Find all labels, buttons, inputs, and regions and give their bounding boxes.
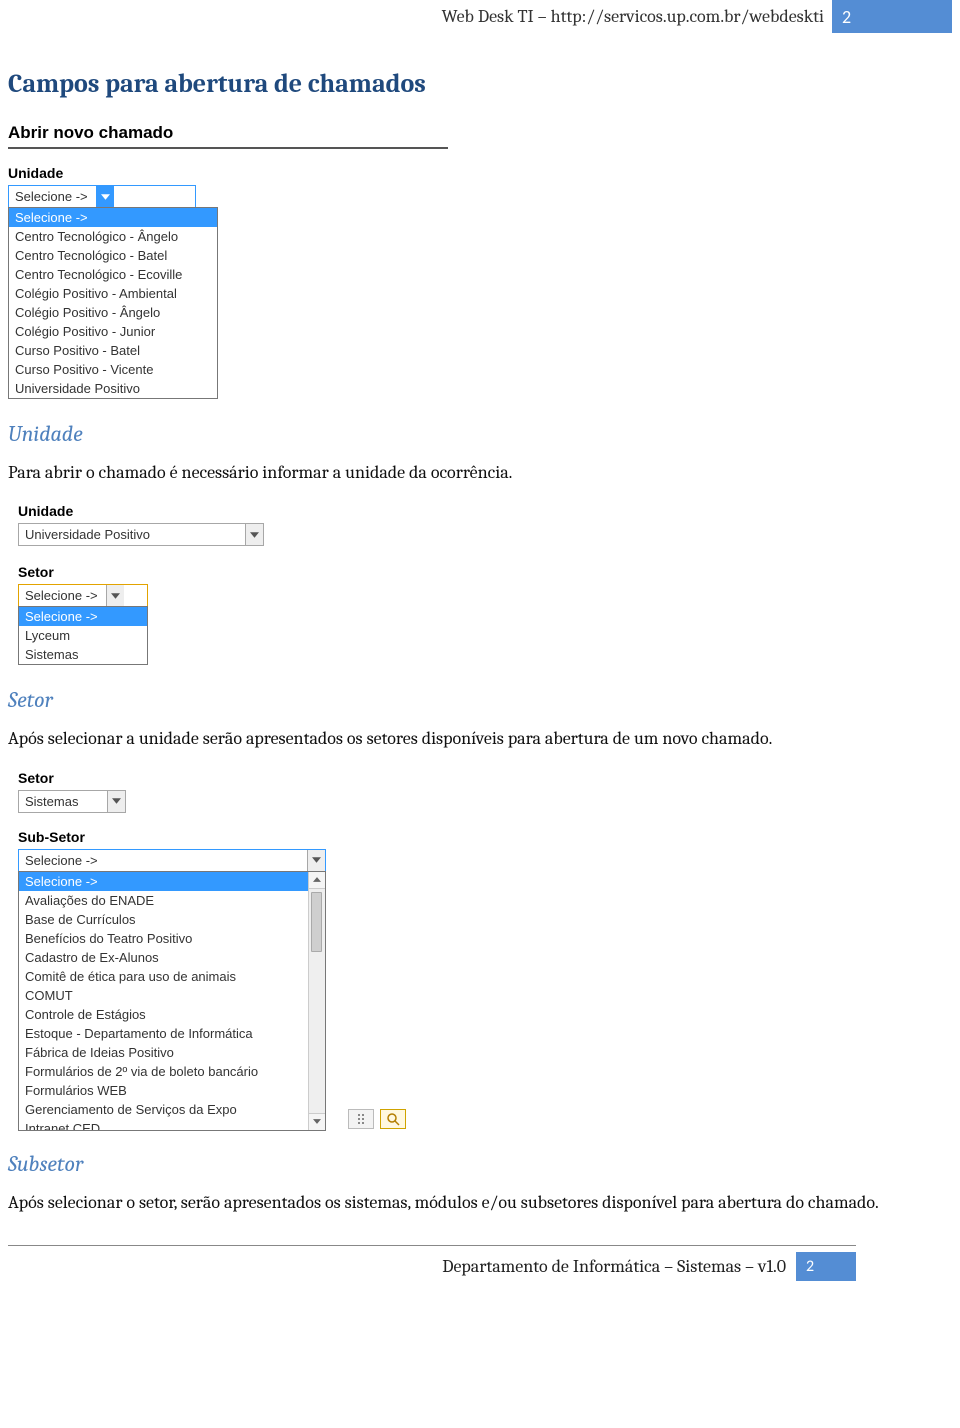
list-item[interactable]: Fábrica de Ideias Positivo (19, 1043, 308, 1062)
chevron-down-icon[interactable] (96, 186, 114, 207)
list-item[interactable]: Comitê de ética para uso de animais (19, 967, 308, 986)
label-subsetor: Sub-Setor (18, 829, 952, 845)
label-unidade: Unidade (18, 503, 952, 519)
divider (8, 147, 448, 149)
subsetor-dropdown[interactable]: Selecione -> (18, 849, 326, 872)
subheading-subsetor: Subsetor (8, 1151, 952, 1177)
unidade-dropdown-value: Selecione -> (9, 186, 96, 207)
list-item[interactable]: Avaliações do ENADE (19, 891, 308, 910)
paragraph-unidade: Para abrir o chamado é necessário inform… (8, 461, 952, 485)
list-item[interactable]: Universidade Positivo (9, 379, 217, 398)
list-item[interactable]: Base de Currículos (19, 910, 308, 929)
page-header: Web Desk TI – http://servicos.up.com.br/… (8, 0, 952, 33)
list-item[interactable]: Lyceum (19, 626, 147, 645)
setor-dropdown-selected[interactable]: Sistemas (18, 790, 126, 813)
scrollbar[interactable] (308, 872, 325, 1130)
list-item[interactable]: Benefícios do Teatro Positivo (19, 929, 308, 948)
scroll-up-icon[interactable] (309, 872, 325, 889)
chevron-down-icon[interactable] (106, 585, 124, 606)
unidade-dropdown-selected[interactable]: Universidade Positivo (18, 523, 264, 546)
unidade-options-list[interactable]: Selecione -> Centro Tecnológico - Ângelo… (8, 207, 218, 399)
list-item[interactable]: Centro Tecnológico - Ângelo (9, 227, 217, 246)
setor-dropdown[interactable]: Selecione -> (18, 584, 148, 607)
page-footer: Departamento de Informática – Sistemas –… (8, 1252, 952, 1281)
subsetor-options-list[interactable]: Selecione -> Avaliações do ENADE Base de… (18, 871, 326, 1131)
form-abrir-chamado: Abrir novo chamado Unidade Selecione -> … (8, 123, 952, 399)
form-setor-subsetor: Setor Sistemas Sub-Setor Selecione -> Se… (8, 770, 952, 1129)
footer-rule (8, 1245, 856, 1246)
label-setor: Setor (18, 770, 952, 786)
form-title: Abrir novo chamado (8, 123, 952, 143)
grip-icon (348, 1109, 374, 1129)
list-item[interactable]: Gerenciamento de Serviços da Expo (19, 1100, 308, 1119)
form-unidade-setor: Unidade Universidade Positivo Setor Sele… (8, 503, 952, 665)
scroll-thumb[interactable] (311, 892, 322, 952)
list-item[interactable]: Selecione -> (9, 208, 217, 227)
unidade-dropdown-value: Universidade Positivo (19, 524, 245, 545)
chevron-down-icon[interactable] (107, 791, 125, 812)
subheading-setor: Setor (8, 687, 952, 713)
setor-dropdown-value: Sistemas (19, 791, 107, 812)
unidade-dropdown[interactable]: Selecione -> (8, 185, 196, 208)
paragraph-setor: Após selecionar a unidade serão apresent… (8, 727, 952, 751)
list-item[interactable]: Colégio Positivo - Ambiental (9, 284, 217, 303)
partial-toolbar-fragment (348, 1109, 952, 1129)
footer-page-badge: 2 (796, 1252, 856, 1281)
subheading-unidade: Unidade (8, 421, 952, 447)
list-item[interactable]: Selecione -> (19, 607, 147, 626)
list-item[interactable]: Controle de Estágios (19, 1005, 308, 1024)
section-heading: Campos para abertura de chamados (8, 69, 952, 99)
scroll-down-icon[interactable] (309, 1113, 325, 1130)
label-setor: Setor (18, 564, 952, 580)
list-item[interactable]: Intranet CED (19, 1119, 308, 1131)
search-icon[interactable] (380, 1109, 406, 1129)
setor-options-list[interactable]: Selecione -> Lyceum Sistemas (18, 606, 148, 665)
chevron-down-icon[interactable] (307, 850, 325, 871)
paragraph-subsetor: Após selecionar o setor, serão apresenta… (8, 1191, 952, 1215)
list-item[interactable]: Sistemas (19, 645, 147, 664)
list-item[interactable]: Curso Positivo - Batel (9, 341, 217, 360)
list-item[interactable]: Centro Tecnológico - Ecoville (9, 265, 217, 284)
label-unidade: Unidade (8, 165, 952, 181)
chevron-down-icon[interactable] (245, 524, 263, 545)
footer-text: Departamento de Informática – Sistemas –… (442, 1252, 796, 1281)
subsetor-dropdown-value: Selecione -> (19, 850, 307, 871)
list-item[interactable]: Formulários de 2º via de boleto bancário (19, 1062, 308, 1081)
list-item[interactable]: Estoque - Departamento de Informática (19, 1024, 308, 1043)
setor-dropdown-value: Selecione -> (19, 585, 106, 606)
list-item[interactable]: Curso Positivo - Vicente (9, 360, 217, 379)
list-item[interactable]: Selecione -> (19, 872, 308, 891)
list-item[interactable]: Colégio Positivo - Junior (9, 322, 217, 341)
list-item[interactable]: Formulários WEB (19, 1081, 308, 1100)
list-item[interactable]: Centro Tecnológico - Batel (9, 246, 217, 265)
header-title: Web Desk TI – http://servicos.up.com.br/… (8, 0, 832, 33)
list-item[interactable]: COMUT (19, 986, 308, 1005)
list-item[interactable]: Cadastro de Ex-Alunos (19, 948, 308, 967)
list-item[interactable]: Colégio Positivo - Ângelo (9, 303, 217, 322)
header-page-badge: 2 (832, 0, 952, 33)
